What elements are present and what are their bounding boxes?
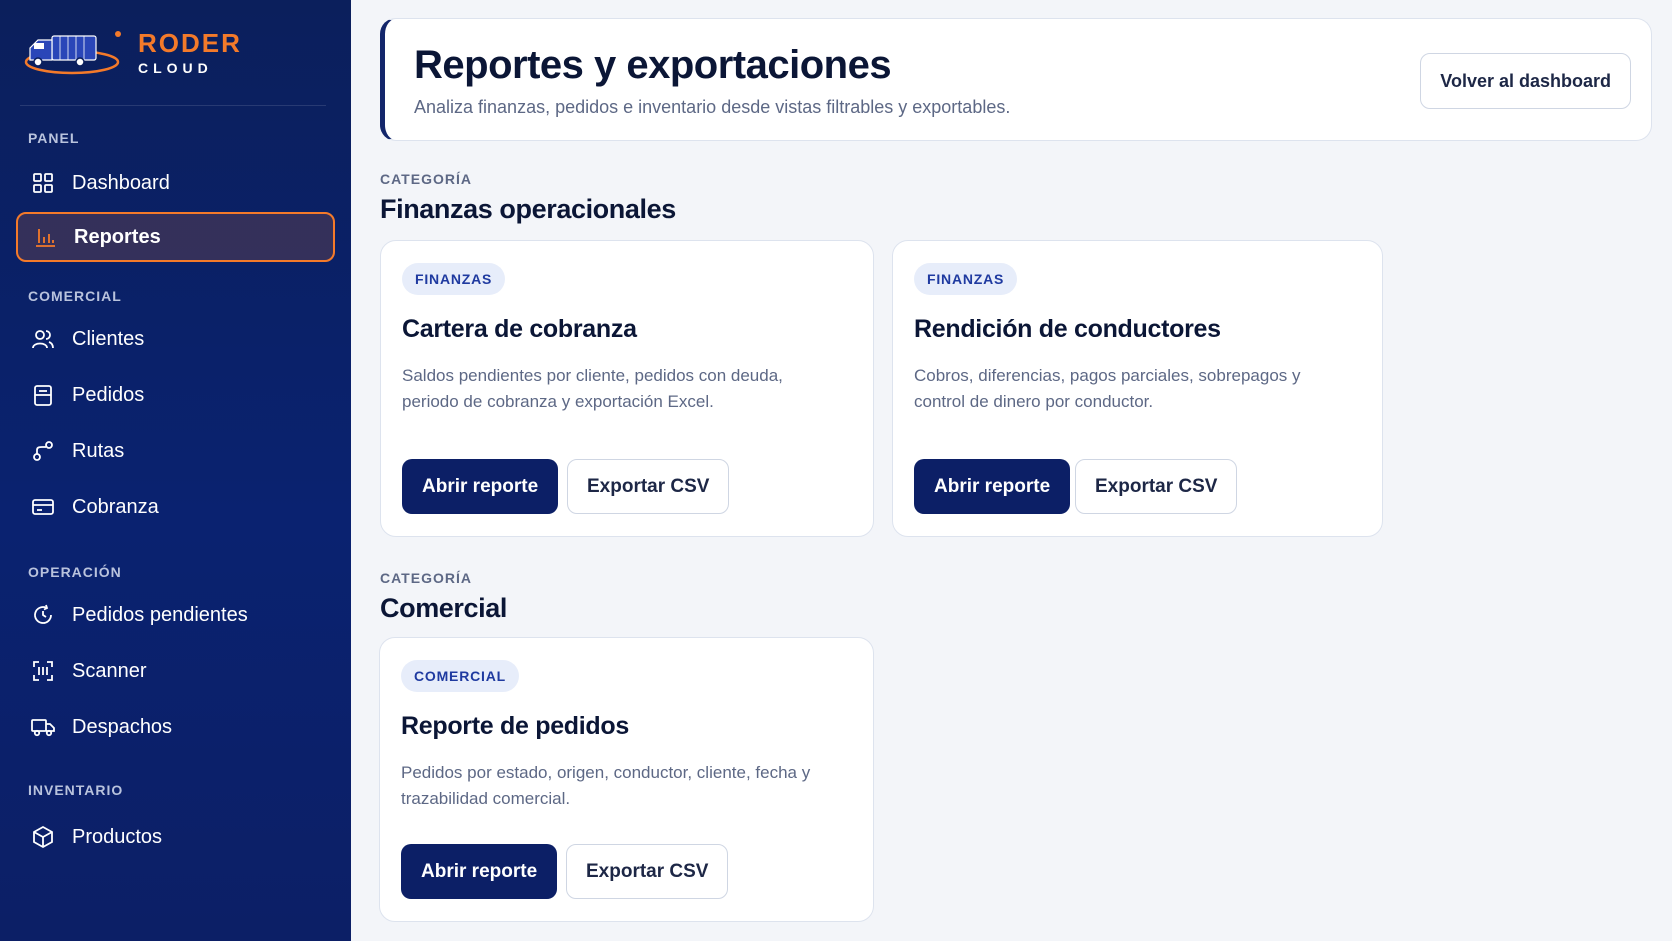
report-card: FINANZAS Cartera de cobranza Saldos pend… bbox=[380, 240, 874, 537]
sidebar-item-productos[interactable]: Productos bbox=[16, 812, 335, 862]
page-header: Reportes y exportaciones Analiza finanza… bbox=[380, 18, 1652, 141]
sidebar-item-label: Reportes bbox=[74, 225, 161, 248]
sidebar-item-label: Pedidos pendientes bbox=[72, 603, 248, 626]
page-subtitle: Analiza finanzas, pedidos e inventario d… bbox=[414, 97, 1011, 117]
section-label-comercial: COMERCIAL bbox=[28, 288, 122, 304]
box-icon bbox=[30, 824, 56, 850]
report-card: FINANZAS Rendición de conductores Cobros… bbox=[892, 240, 1383, 537]
export-csv-button[interactable]: Exportar CSV bbox=[567, 459, 730, 514]
brand-name: RODER bbox=[138, 27, 242, 58]
sidebar-item-label: Dashboard bbox=[72, 171, 170, 194]
category-title: Comercial bbox=[380, 593, 507, 623]
export-csv-button[interactable]: Exportar CSV bbox=[566, 844, 729, 899]
sidebar-item-scanner[interactable]: Scanner bbox=[16, 646, 335, 696]
card-description: Saldos pendientes por cliente, pedidos c… bbox=[402, 366, 783, 411]
sidebar-item-rutas[interactable]: Rutas bbox=[16, 426, 335, 476]
section-label-inventario: INVENTARIO bbox=[28, 782, 124, 798]
sidebar-item-label: Despachos bbox=[72, 715, 173, 738]
card-description: Pedidos por estado, origen, conductor, c… bbox=[401, 763, 811, 808]
open-report-button[interactable]: Abrir reporte bbox=[402, 459, 559, 514]
sidebar-item-label: Clientes bbox=[72, 327, 145, 350]
card-title: Cartera de cobranza bbox=[402, 315, 637, 343]
category-title: Finanzas operacionales bbox=[380, 194, 676, 224]
sidebar: RODER CLOUD PANEL Dashboard Reportes COM… bbox=[0, 0, 351, 941]
card-title: Rendición de conductores bbox=[914, 315, 1221, 343]
category-badge: COMERCIAL bbox=[401, 660, 519, 692]
category-label: CATEGORÍA bbox=[380, 570, 472, 586]
refresh-clock-icon bbox=[30, 602, 56, 628]
users-icon bbox=[30, 326, 56, 352]
card-title: Reporte de pedidos bbox=[401, 712, 629, 740]
sidebar-item-label: Pedidos bbox=[72, 383, 145, 406]
category-label: CATEGORÍA bbox=[380, 171, 472, 187]
export-csv-button[interactable]: Exportar CSV bbox=[1075, 459, 1238, 514]
card-icon bbox=[30, 494, 56, 520]
category-badge: FINANZAS bbox=[914, 263, 1018, 295]
sidebar-item-label: Productos bbox=[72, 825, 163, 848]
sidebar-item-despachos[interactable]: Despachos bbox=[16, 702, 335, 752]
sidebar-item-clientes[interactable]: Clientes bbox=[16, 314, 335, 364]
section-label-panel: PANEL bbox=[28, 130, 80, 146]
open-report-button[interactable]: Abrir reporte bbox=[401, 844, 558, 899]
brand[interactable]: RODER CLOUD bbox=[20, 0, 326, 106]
back-to-dashboard-button[interactable]: Volver al dashboard bbox=[1420, 53, 1631, 109]
report-card: COMERCIAL Reporte de pedidos Pedidos por… bbox=[379, 637, 874, 922]
section-label-operacion: OPERACIÓN bbox=[28, 564, 122, 580]
route-icon bbox=[30, 438, 56, 464]
sidebar-item-reportes[interactable]: Reportes bbox=[16, 212, 335, 262]
clipboard-icon bbox=[30, 382, 56, 408]
page-title: Reportes y exportaciones bbox=[414, 43, 892, 87]
main-content: Reportes y exportaciones Analiza finanza… bbox=[351, 0, 1672, 941]
card-description: Cobros, diferencias, pagos parciales, so… bbox=[914, 366, 1301, 411]
brand-sub: CLOUD bbox=[138, 59, 213, 76]
truck-logo-icon bbox=[24, 30, 121, 74]
bar-chart-icon bbox=[32, 224, 58, 250]
sidebar-item-pedidos-pendientes[interactable]: Pedidos pendientes bbox=[16, 590, 335, 640]
sidebar-item-label: Scanner bbox=[72, 659, 147, 682]
sidebar-item-cobranza[interactable]: Cobranza bbox=[16, 482, 335, 532]
sidebar-item-label: Cobranza bbox=[72, 495, 159, 518]
sidebar-item-label: Rutas bbox=[72, 439, 125, 462]
open-report-button[interactable]: Abrir reporte bbox=[914, 459, 1071, 514]
sidebar-item-dashboard[interactable]: Dashboard bbox=[16, 158, 335, 208]
category-badge: FINANZAS bbox=[402, 263, 506, 295]
truck-icon bbox=[30, 714, 56, 740]
sidebar-item-pedidos[interactable]: Pedidos bbox=[16, 370, 335, 420]
scan-icon bbox=[30, 658, 56, 684]
grid-icon bbox=[30, 170, 56, 196]
